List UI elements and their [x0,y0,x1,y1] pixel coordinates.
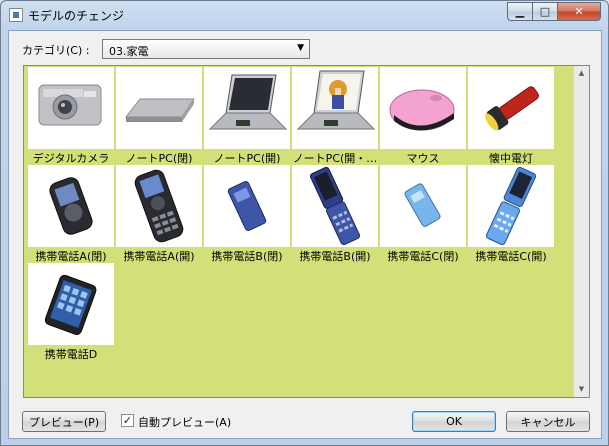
model-item-label: 携帯電話A(開) [123,250,195,263]
model-item-label: 携帯電話D [44,348,98,361]
minimize-button[interactable]: ▁ [507,2,533,21]
minimize-icon: ▁ [515,5,525,18]
model-item[interactable]: 携帯電話B(閉) [204,165,290,263]
model-item-label: 携帯電話C(開) [475,250,547,263]
laptop-open-icon [204,67,290,149]
scroll-down-icon[interactable]: ▼ [574,382,589,397]
model-item[interactable]: 携帯電話B(開) [292,165,378,263]
model-item-label: ノートPC(閉) [125,152,193,165]
model-item[interactable]: 携帯電話A(閉) [28,165,114,263]
phone-b-open-icon [292,165,378,247]
smartphone-icon [28,263,114,345]
phone-a-open-icon [116,165,202,247]
model-item[interactable]: 携帯電話D [28,263,114,361]
model-item-label: ノートPC(開) [213,152,281,165]
mouse-icon [380,67,466,149]
auto-preview-checkbox[interactable]: ✓ [121,414,134,427]
flashlight-icon [468,67,554,149]
maximize-icon: □ [539,5,551,18]
vertical-scrollbar[interactable]: ▲ ▼ [573,66,589,397]
dialog-client-area: カテゴリ(C) : 03.家電 ▼ デジタルカメラ ノートPC(閉) ノートPC… [8,30,602,439]
title-bar[interactable]: モデルのチェンジ ▁ □ ✕ [1,1,608,29]
category-select[interactable]: 03.家電 ▼ [102,39,310,59]
phone-c-open-icon [468,165,554,247]
model-item-label: 携帯電話B(閉) [211,250,283,263]
checkmark-icon: ✓ [122,414,133,427]
phone-c-closed-icon [380,165,466,247]
ok-button[interactable]: OK [412,411,496,432]
model-item[interactable]: 携帯電話C(開) [468,165,554,263]
window-title: モデルのチェンジ [28,9,125,23]
category-label: カテゴリ(C) : [22,44,90,57]
model-grid-items: デジタルカメラ ノートPC(閉) ノートPC(開) ノートPC(開・… マウス … [25,67,574,396]
model-item[interactable]: 懐中電灯 [468,67,554,165]
model-item[interactable]: 携帯電話C(閉) [380,165,466,263]
model-item[interactable]: デジタルカメラ [28,67,114,165]
model-item[interactable]: 携帯電話A(開) [116,165,202,263]
app-icon [9,8,23,22]
phone-a-closed-icon [28,165,114,247]
phone-b-closed-icon [204,165,290,247]
model-item[interactable]: マウス [380,67,466,165]
model-item-label: 携帯電話B(開) [299,250,371,263]
preview-button[interactable]: プレビュー(P) [22,411,106,432]
close-button[interactable]: ✕ [557,2,601,21]
laptop-closed-icon [116,67,202,149]
model-item[interactable]: ノートPC(閉) [116,67,202,165]
model-item-label: 懐中電灯 [489,152,533,165]
model-change-dialog: モデルのチェンジ ▁ □ ✕ カテゴリ(C) : 03.家電 ▼ デジタルカメラ… [0,0,609,446]
model-item-label: ノートPC(開・… [292,152,378,165]
model-item[interactable]: ノートPC(開) [204,67,290,165]
model-item-label: 携帯電話A(閉) [35,250,107,263]
auto-preview-label: 自動プレビュー(A) [138,416,232,429]
model-item-label: デジタルカメラ [32,152,110,165]
model-grid: デジタルカメラ ノートPC(閉) ノートPC(開) ノートPC(開・… マウス … [23,65,590,398]
cancel-button[interactable]: キャンセル [506,411,590,432]
model-item-label: 携帯電話C(閉) [387,250,459,263]
digital-camera-icon [28,67,114,149]
maximize-button[interactable]: □ [532,2,558,21]
scroll-up-icon[interactable]: ▲ [574,66,589,81]
close-icon: ✕ [574,5,584,18]
model-item[interactable]: ノートPC(開・… [292,67,378,165]
dropdown-arrow-icon: ▼ [297,43,304,53]
laptop-open-wallpaper-icon [292,67,378,149]
model-item-label: マウス [406,152,440,165]
category-selected-value: 03.家電 [109,45,149,58]
